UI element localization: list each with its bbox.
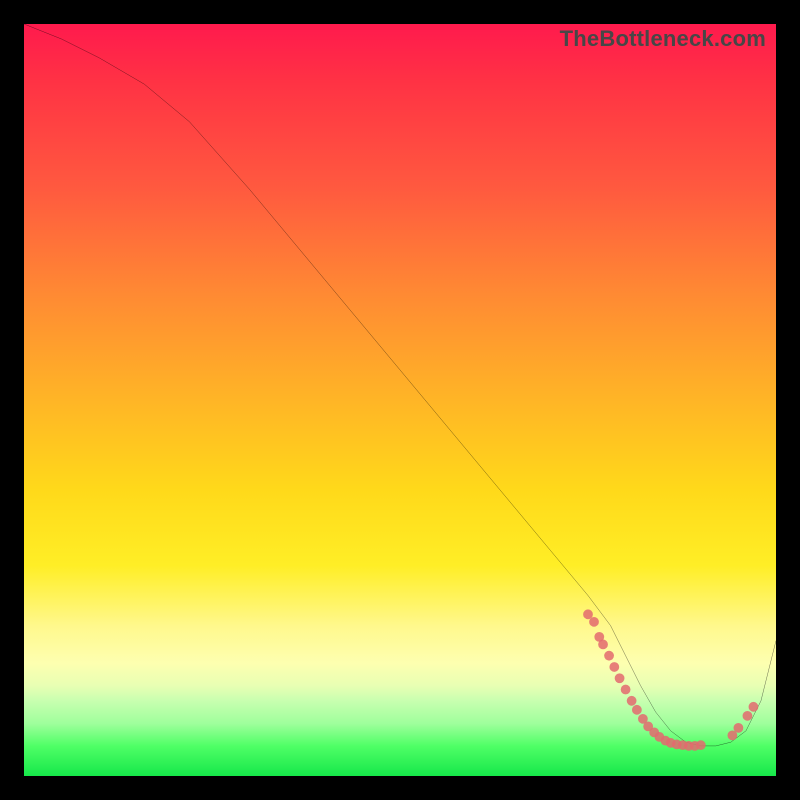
data-point <box>615 673 625 683</box>
data-point <box>696 740 706 750</box>
chart-svg <box>24 24 776 776</box>
chart-frame: TheBottleneck.com <box>0 0 800 800</box>
scatter-points <box>583 609 758 750</box>
data-point <box>604 651 614 661</box>
data-point <box>749 702 759 712</box>
bottleneck-curve <box>24 24 776 746</box>
data-point <box>734 723 744 733</box>
plot-area: TheBottleneck.com <box>24 24 776 776</box>
data-point <box>632 705 642 715</box>
data-point <box>609 662 619 672</box>
data-point <box>598 640 608 650</box>
data-point <box>589 617 599 627</box>
data-point <box>627 696 637 706</box>
data-point <box>621 685 631 695</box>
data-point <box>743 711 753 721</box>
